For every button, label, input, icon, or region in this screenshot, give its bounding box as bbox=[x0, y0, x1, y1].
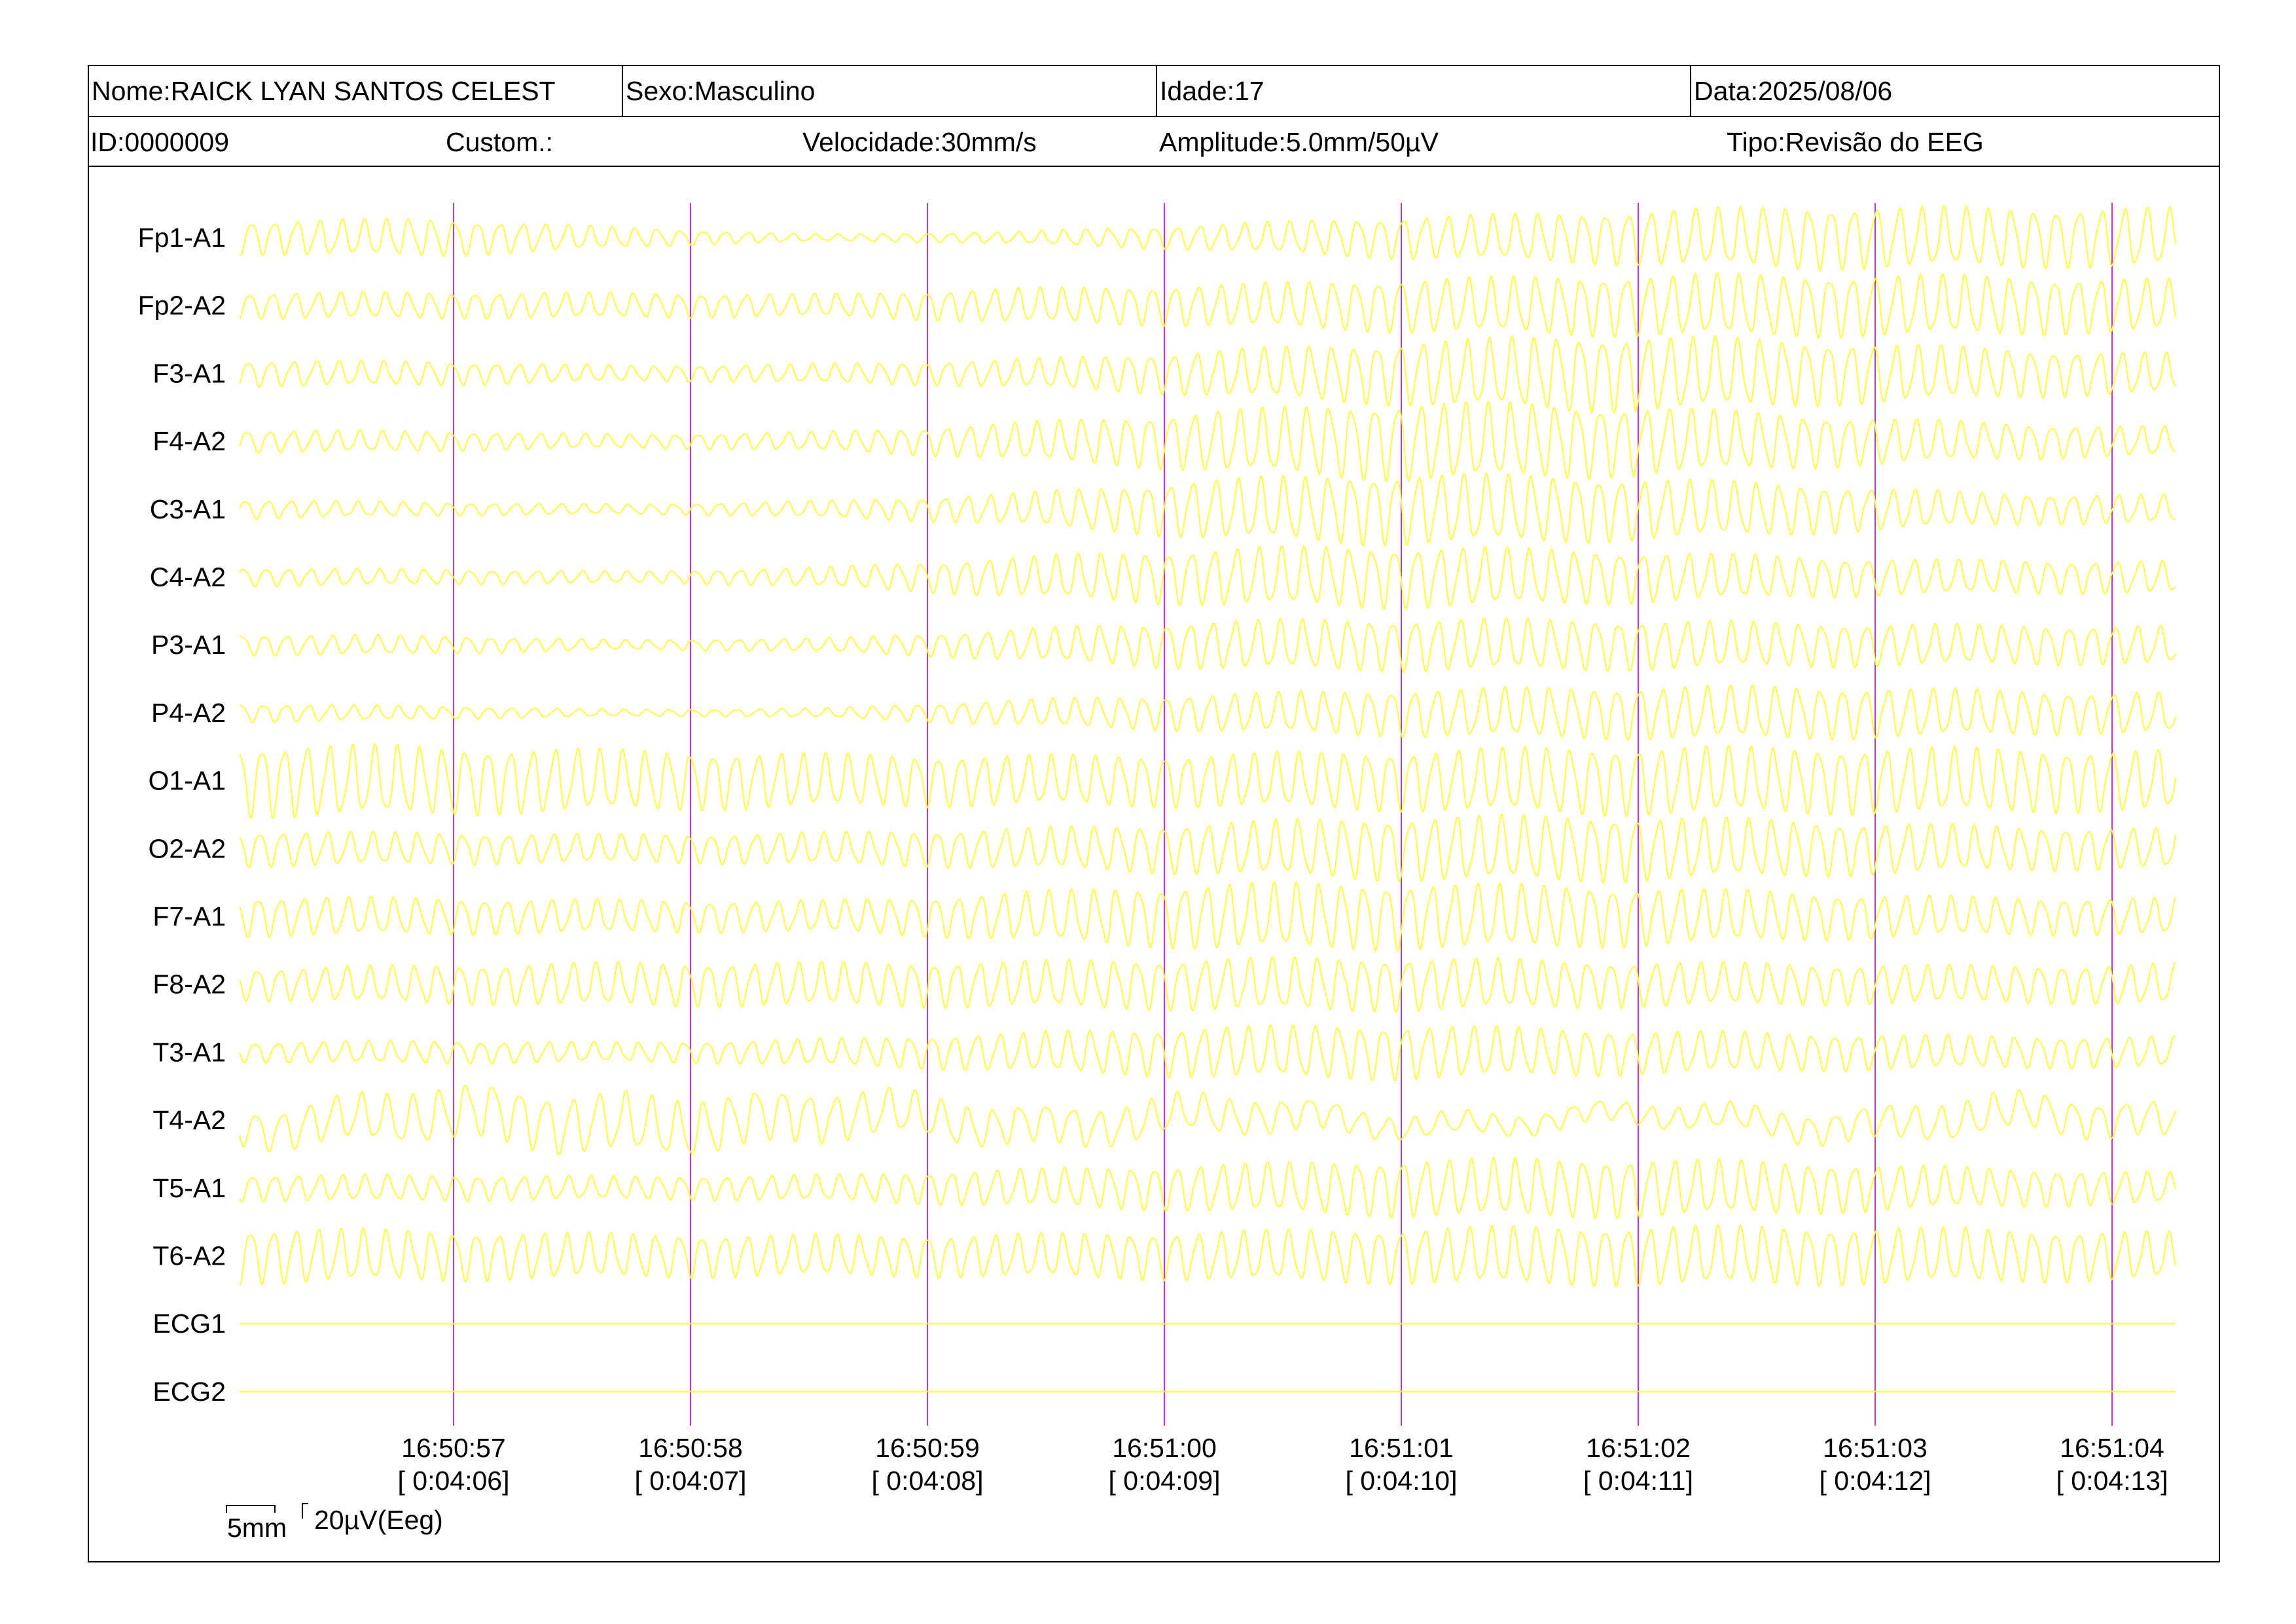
channel-trace bbox=[239, 272, 2176, 338]
channel-label: F4-A2 bbox=[152, 426, 226, 456]
time-tick-clock: 16:51:02 bbox=[1586, 1433, 1691, 1463]
channel-trace bbox=[239, 684, 2176, 741]
channel-label: T6-A2 bbox=[152, 1241, 226, 1271]
time-tick-clock: 16:50:59 bbox=[875, 1433, 980, 1463]
amplitude-scale-label: 20µV(Eeg) bbox=[314, 1505, 443, 1535]
time-tick-clock: 16:51:00 bbox=[1112, 1433, 1217, 1463]
channel-trace bbox=[239, 881, 2176, 952]
channel-label: ECG1 bbox=[152, 1308, 226, 1339]
channel-trace bbox=[239, 472, 2176, 547]
channel-label: C4-A2 bbox=[150, 562, 226, 592]
time-tick-elapsed: [ 0:04:09] bbox=[1109, 1466, 1221, 1496]
channel-label: P3-A1 bbox=[151, 630, 226, 660]
channel-label: O1-A1 bbox=[149, 766, 226, 796]
channel-label: T3-A1 bbox=[152, 1037, 226, 1067]
eeg-trace-plot: Fp1-A1 Fp2-A2 F3-A1 F4-A2 C3-A1 C4-A2 P3-A1 P4-… bbox=[138, 203, 2176, 1496]
channel-trace bbox=[239, 1223, 2176, 1288]
time-scale-label: 5mm bbox=[227, 1513, 287, 1543]
channel-label: T4-A2 bbox=[152, 1105, 226, 1135]
time-marker-lines bbox=[453, 203, 2113, 1426]
channel-label: F8-A2 bbox=[152, 969, 226, 1000]
channel-trace bbox=[239, 743, 2176, 820]
channel-labels: Fp1-A1 Fp2-A2 F3-A1 F4-A2 C3-A1 C4-A2 P3-A1 P4-… bbox=[138, 223, 226, 1407]
channel-trace bbox=[239, 545, 2176, 610]
channel-trace bbox=[239, 1024, 2176, 1081]
channel-label: C3-A1 bbox=[150, 494, 226, 524]
channel-trace bbox=[239, 814, 2176, 884]
time-tick-clock: 16:51:04 bbox=[2060, 1433, 2164, 1463]
time-tick-elapsed: [ 0:04:11] bbox=[1583, 1466, 1693, 1496]
time-tick-labels: 16:50:57[ 0:04:06] 16:50:58[ 0:04:07] 16:5… bbox=[398, 1433, 2168, 1496]
channel-label: P4-A2 bbox=[151, 698, 226, 728]
time-tick-clock: 16:51:01 bbox=[1349, 1433, 1454, 1463]
channel-trace bbox=[239, 617, 2176, 674]
channel-label: T5-A1 bbox=[152, 1173, 226, 1203]
time-tick-elapsed: [ 0:04:12] bbox=[1820, 1466, 1931, 1496]
channel-trace bbox=[239, 335, 2176, 414]
time-tick-elapsed: [ 0:04:07] bbox=[635, 1466, 747, 1496]
channel-label: Fp1-A1 bbox=[138, 223, 226, 253]
amplitude-scale-bracket bbox=[302, 1503, 308, 1519]
time-tick-elapsed: [ 0:04:06] bbox=[398, 1466, 510, 1496]
channel-label: F3-A1 bbox=[152, 358, 226, 388]
channel-label: O2-A2 bbox=[149, 833, 226, 863]
channel-label: ECG2 bbox=[152, 1377, 226, 1407]
channel-traces bbox=[239, 205, 2176, 1392]
time-tick-elapsed: [ 0:04:08] bbox=[872, 1466, 984, 1496]
channel-label: Fp2-A2 bbox=[138, 291, 226, 321]
channel-trace bbox=[239, 1157, 2176, 1219]
time-tick-elapsed: [ 0:04:13] bbox=[2056, 1466, 2168, 1496]
channel-trace bbox=[239, 956, 2176, 1013]
channel-trace bbox=[239, 205, 2176, 271]
time-tick-clock: 16:50:57 bbox=[401, 1433, 506, 1463]
channel-label: F7-A1 bbox=[152, 901, 226, 931]
channel-trace bbox=[239, 400, 2176, 482]
time-tick-clock: 16:51:03 bbox=[1823, 1433, 1928, 1463]
time-tick-elapsed: [ 0:04:10] bbox=[1346, 1466, 1458, 1496]
channel-trace bbox=[239, 1085, 2176, 1156]
time-tick-clock: 16:50:58 bbox=[638, 1433, 743, 1463]
